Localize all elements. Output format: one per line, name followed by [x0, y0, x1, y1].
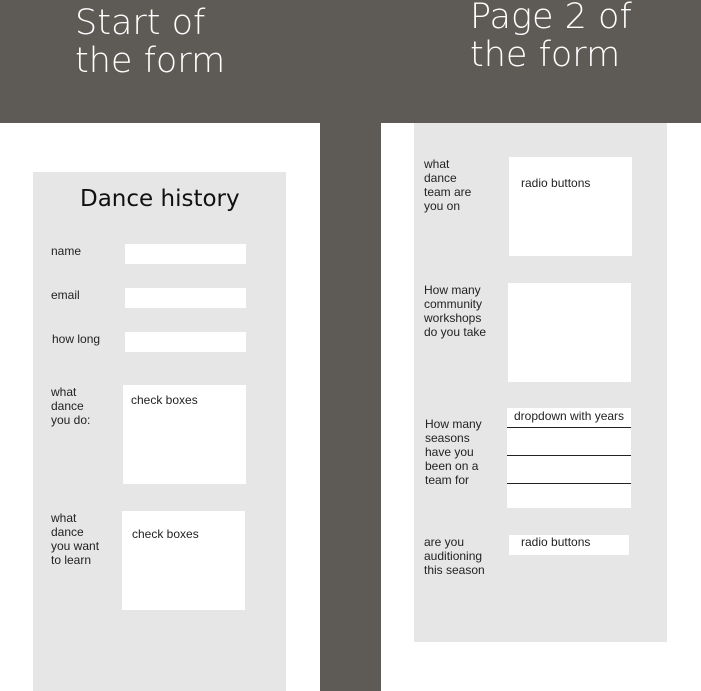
dance-team-radio-group[interactable]: [509, 157, 632, 256]
seasons-dropdown-placeholder: dropdown with years: [514, 409, 625, 423]
dropdown-option-line: [507, 483, 631, 484]
dance-to-learn-label: what dance you want to learn: [51, 511, 100, 567]
workshops-field[interactable]: [508, 283, 631, 382]
how-long-label: how long: [52, 332, 101, 346]
dropdown-option-line: [507, 455, 631, 456]
dropdown-option-line: [507, 427, 631, 428]
email-label: email: [51, 288, 80, 302]
dance-team-label: what dance team are you on: [424, 157, 472, 213]
dance-to-learn-placeholder: check boxes: [132, 527, 199, 541]
dance-team-placeholder: radio buttons: [521, 176, 591, 190]
dance-you-do-label: what dance you do:: [51, 385, 91, 427]
name-field[interactable]: [125, 244, 246, 264]
auditioning-placeholder: radio buttons: [521, 535, 591, 549]
heading-page-2: Page 2 of the form: [470, 0, 632, 75]
center-divider: [320, 123, 381, 691]
heading-start-of-form: Start of the form: [75, 3, 226, 81]
workshops-label: How many community workshops do you take: [424, 283, 487, 339]
how-long-field[interactable]: [125, 332, 246, 352]
name-label: name: [51, 244, 82, 258]
dance-you-do-placeholder: check boxes: [131, 393, 198, 407]
dance-to-learn-checkboxes[interactable]: [122, 511, 245, 610]
form-title: Dance history: [80, 186, 240, 212]
auditioning-label: are you auditioning this season: [424, 535, 485, 577]
seasons-label: How many seasons have you been on a team…: [425, 417, 482, 487]
email-field[interactable]: [125, 288, 246, 308]
seasons-dropdown[interactable]: [507, 408, 631, 508]
